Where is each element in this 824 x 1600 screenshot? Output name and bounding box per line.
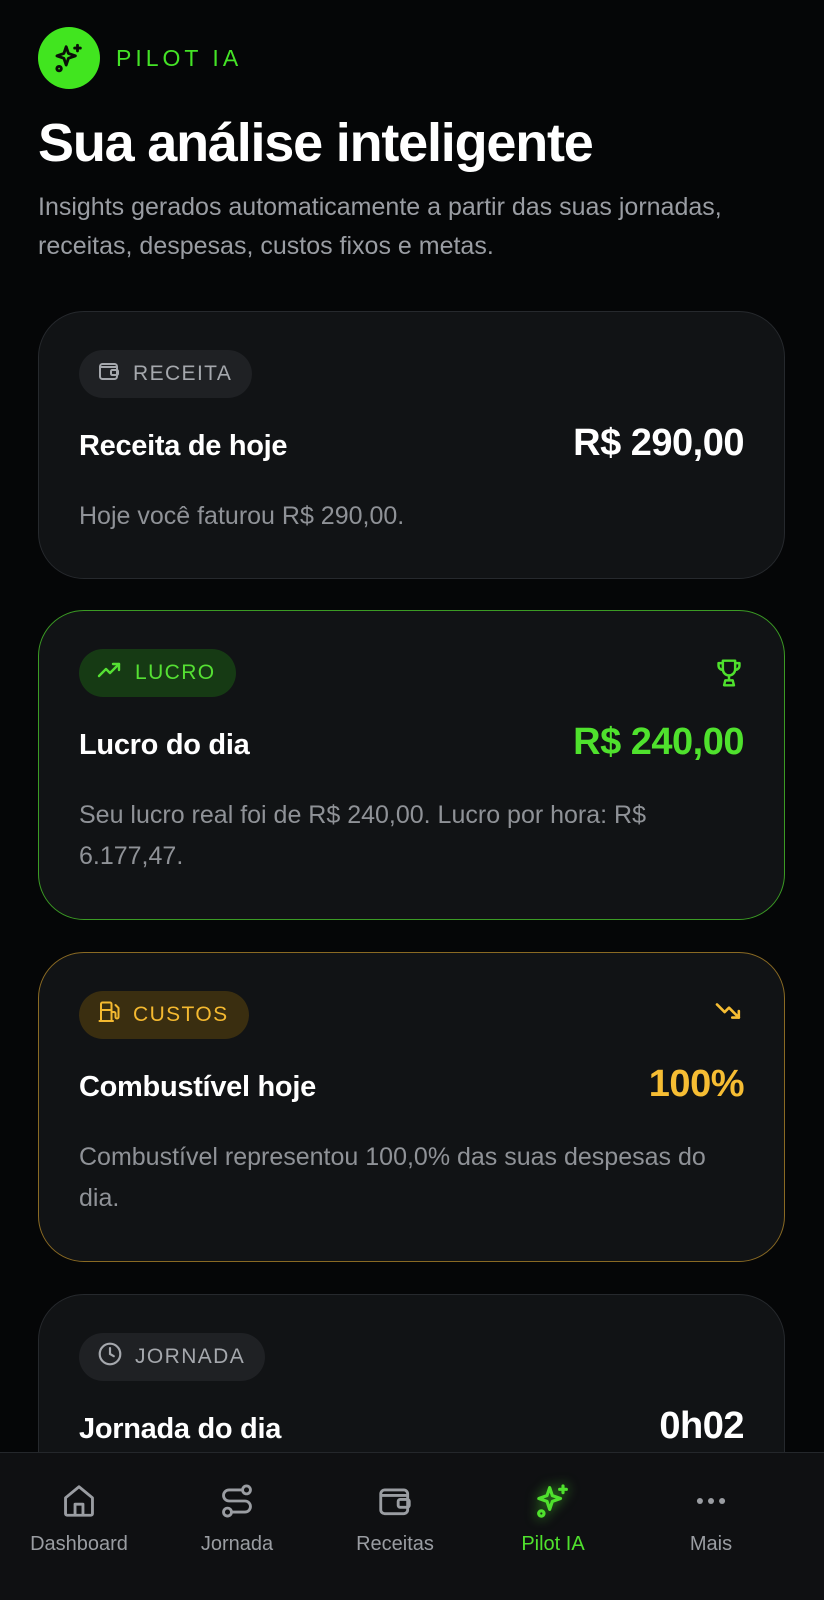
card-value: R$ 240,00 <box>573 721 744 763</box>
tag-label: RECEITA <box>133 362 233 385</box>
tag-label: CUSTOS <box>133 1003 229 1026</box>
card-description: Seu lucro real foi de R$ 240,00. Lucro p… <box>79 801 647 870</box>
fuel-icon <box>97 1000 121 1030</box>
insight-card-receita[interactable]: RECEITA Receita de hoje R$ 290,00 Hoje v… <box>38 311 785 579</box>
more-icon <box>692 1481 730 1521</box>
page-title: Sua análise inteligente <box>38 113 594 173</box>
tag-label: LUCRO <box>135 661 216 684</box>
trending-down-icon <box>714 999 744 1028</box>
trophy-icon <box>714 657 744 694</box>
nav-label: Receitas <box>356 1533 434 1555</box>
card-title: Lucro do dia <box>79 729 250 761</box>
wallet-icon <box>97 359 121 389</box>
nav-item-receitas[interactable]: Receitas <box>316 1453 474 1600</box>
nav-item-mais[interactable]: Mais <box>632 1453 790 1600</box>
tag-badge-lucro: LUCRO <box>79 649 236 697</box>
tag-badge-jornada: JORNADA <box>79 1333 266 1381</box>
brand-header: PILOT IA <box>38 27 242 89</box>
clock-icon <box>97 1341 123 1373</box>
card-title: Receita de hoje <box>79 430 288 462</box>
sparkles-icon <box>533 1481 573 1521</box>
card-value: 0h02 <box>659 1405 744 1447</box>
card-title: Combustível hoje <box>79 1071 316 1103</box>
sparkles-icon <box>38 27 100 89</box>
tag-label: JORNADA <box>135 1345 246 1368</box>
insight-card-custos[interactable]: CUSTOS Combustível hoje 100% Combustível… <box>38 952 785 1262</box>
pilot-ia-screen: PILOT IA Sua análise inteligente Insight… <box>0 0 824 1600</box>
nav-label: Pilot IA <box>521 1533 585 1555</box>
home-icon <box>60 1481 98 1521</box>
card-description: Combustível representou 100,0% das suas … <box>79 1143 706 1212</box>
nav-label: Mais <box>689 1533 733 1555</box>
tag-badge-custos: CUSTOS <box>79 991 249 1039</box>
nav-item-jornada[interactable]: Jornada <box>158 1453 316 1600</box>
wallet-icon <box>376 1481 414 1521</box>
card-value: R$ 290,00 <box>573 422 744 464</box>
nav-item-dashboard[interactable]: Dashboard <box>0 1453 158 1600</box>
nav-item-pilot-ia[interactable]: Pilot IA <box>474 1453 632 1600</box>
page-subtitle: Insights gerados automaticamente a parti… <box>38 193 722 260</box>
card-value: 100% <box>648 1063 745 1105</box>
tag-badge-receita: RECEITA <box>79 350 253 398</box>
card-title: Jornada do dia <box>79 1413 282 1445</box>
route-icon <box>218 1481 256 1521</box>
nav-label: Dashboard <box>30 1533 128 1555</box>
insight-card-lucro[interactable]: LUCRO Lucro do dia R$ 240,00 Seu lucro r… <box>38 610 785 920</box>
bottom-navigation: Dashboard Jornada Receitas Pilot IA Mais <box>0 1452 824 1600</box>
brand-label: PILOT IA <box>116 44 243 71</box>
trending-up-icon <box>97 659 123 687</box>
nav-label: Jornada <box>200 1533 274 1555</box>
card-description: Hoje você faturou R$ 290,00. <box>79 502 405 530</box>
